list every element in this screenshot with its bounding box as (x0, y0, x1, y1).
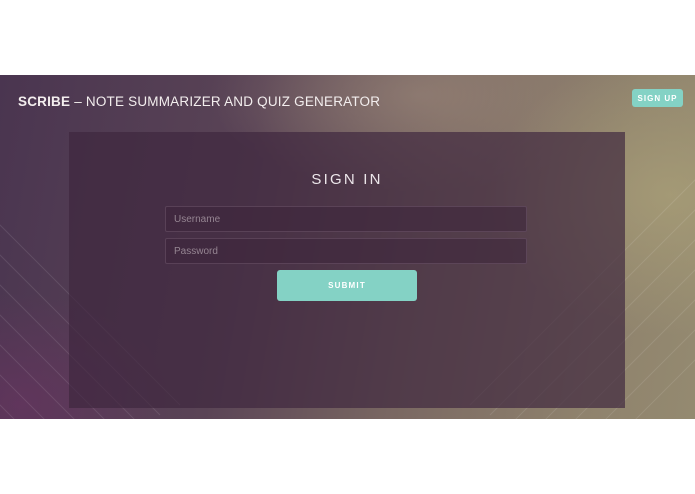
sign-up-button[interactable]: SIGN UP (632, 89, 683, 107)
app-window: SCRIBE – NOTE SUMMARIZER AND QUIZ GENERA… (0, 75, 695, 419)
submit-button[interactable]: SUBMIT (277, 270, 417, 301)
app-header: SCRIBE – NOTE SUMMARIZER AND QUIZ GENERA… (18, 94, 380, 114)
sign-in-panel: SIGN IN SUBMIT (69, 132, 625, 408)
sign-in-title: SIGN IN (311, 171, 383, 188)
brand-logo[interactable]: SCRIBE (18, 94, 70, 109)
username-input[interactable] (165, 206, 527, 232)
password-input[interactable] (165, 238, 527, 264)
app-tagline: – NOTE SUMMARIZER AND QUIZ GENERATOR (74, 94, 381, 109)
